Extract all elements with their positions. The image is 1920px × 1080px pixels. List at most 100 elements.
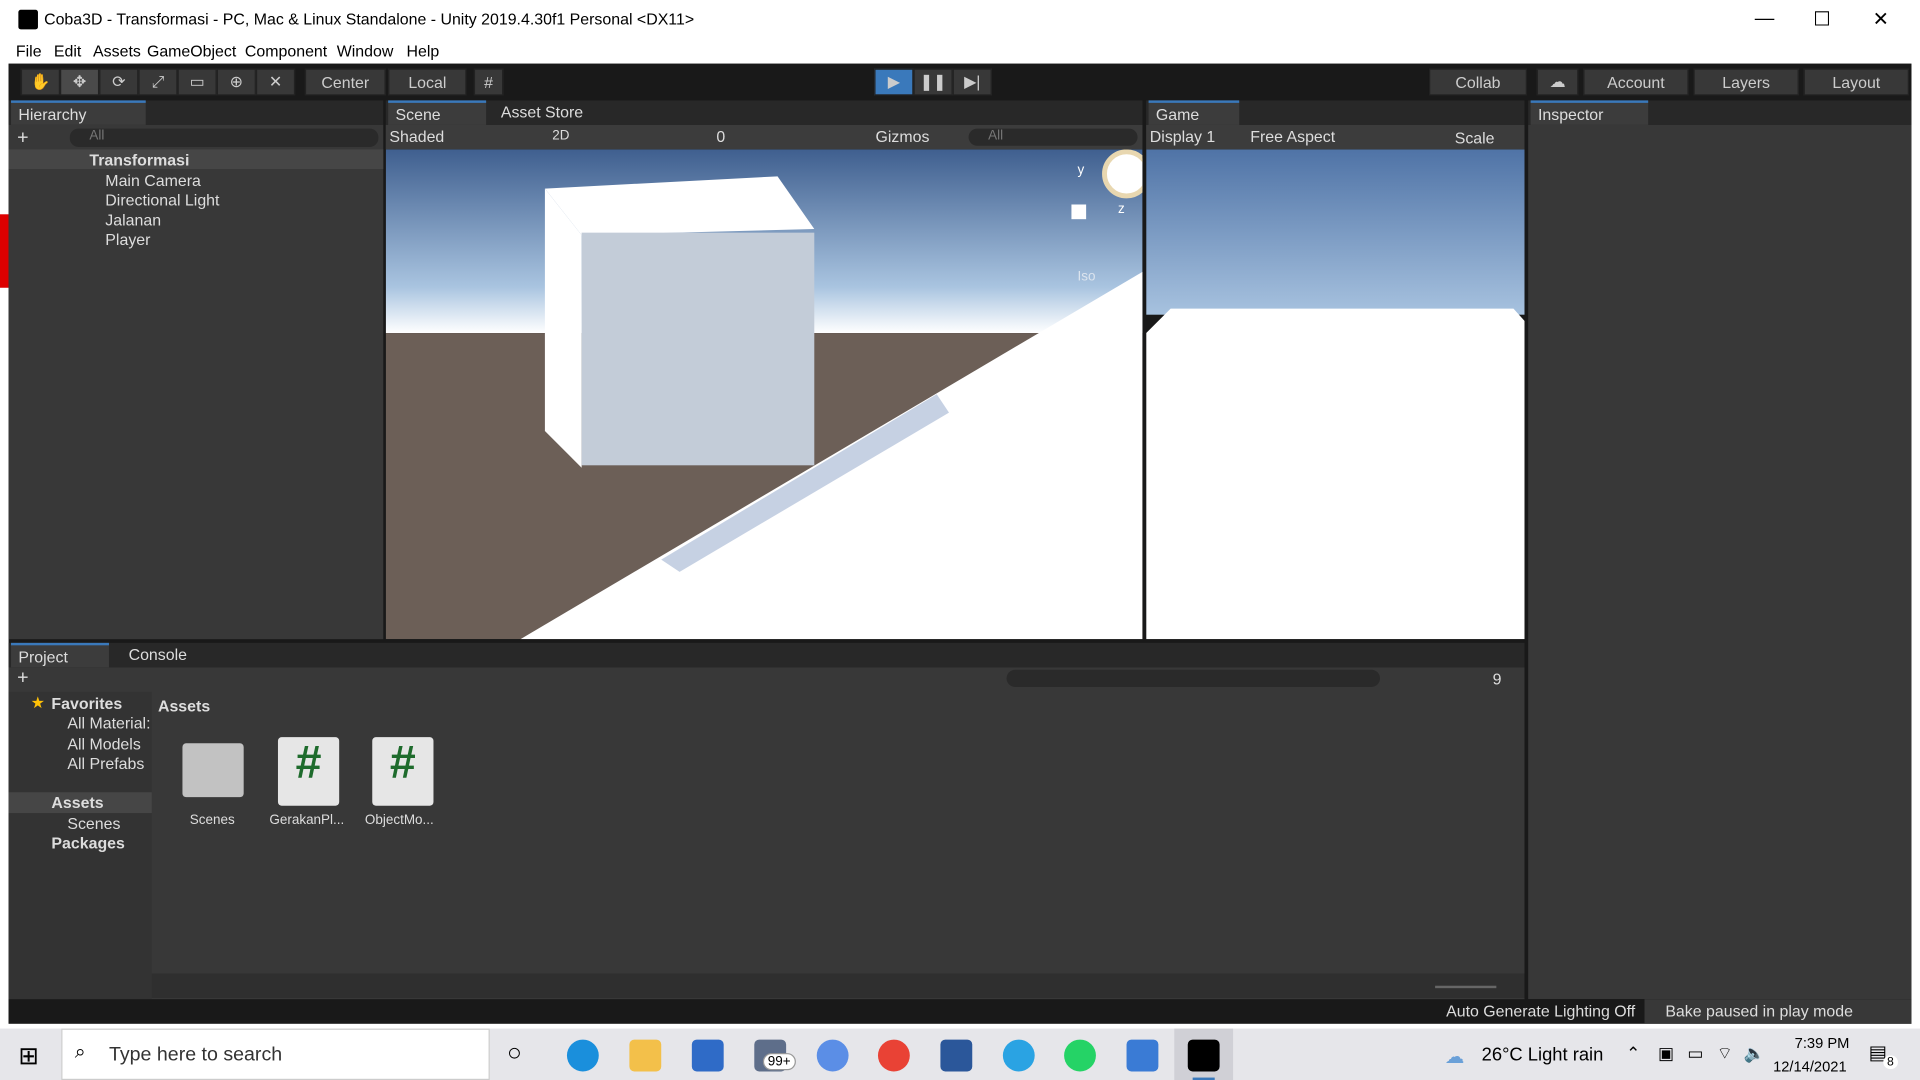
game-toolbar: Display 1 Free Aspect Scale bbox=[1146, 124, 1525, 150]
asset-item-label[interactable]: GerakanPl... bbox=[269, 813, 344, 828]
project-panel: + 9 ★ Favorites All Material: All Models… bbox=[8, 667, 1525, 1001]
scale-tool-icon[interactable]: ⤢ bbox=[138, 68, 178, 96]
whatsapp-icon[interactable] bbox=[1064, 1039, 1096, 1072]
menu-file[interactable]: File bbox=[16, 42, 42, 60]
meet-icon[interactable]: ▣ bbox=[1658, 1043, 1674, 1064]
weather-text[interactable]: 26°C Light rain bbox=[1482, 1044, 1604, 1065]
aspect-dropdown[interactable]: Free Aspect bbox=[1250, 127, 1335, 145]
photos-icon[interactable] bbox=[1126, 1039, 1159, 1072]
telegram-icon[interactable] bbox=[1002, 1039, 1035, 1072]
tab-console[interactable]: Console bbox=[121, 643, 194, 667]
wifi-icon[interactable]: ⌔ bbox=[1717, 1043, 1733, 1065]
tab-project[interactable]: Project bbox=[11, 642, 109, 668]
project-search-input[interactable] bbox=[1006, 669, 1381, 687]
menu-gameobject[interactable]: GameObject bbox=[147, 42, 236, 60]
pivot-local-button[interactable]: Local bbox=[388, 68, 467, 96]
add-icon[interactable]: + bbox=[17, 127, 28, 149]
battery-icon[interactable]: ▭ bbox=[1687, 1043, 1703, 1064]
hierarchy-item[interactable]: Player bbox=[105, 230, 150, 248]
scene-render bbox=[385, 149, 1143, 640]
collab-dropdown[interactable]: Collab bbox=[1428, 68, 1527, 96]
layout-dropdown[interactable]: Layout bbox=[1803, 68, 1909, 96]
pause-button[interactable]: ❚❚ bbox=[913, 68, 953, 96]
breadcrumb[interactable]: Assets bbox=[158, 697, 210, 715]
project-folder-tree: ★ Favorites All Material: All Models All… bbox=[8, 691, 152, 1001]
scene-name: Transformasi bbox=[89, 150, 190, 169]
snap-grid-icon[interactable]: # bbox=[473, 68, 504, 96]
screen: Coba3D - Transformasi - PC, Mac & Linux … bbox=[0, 0, 1920, 1080]
store-icon[interactable] bbox=[691, 1039, 724, 1072]
scene-search-input[interactable]: All bbox=[968, 128, 1138, 146]
menu-component[interactable]: Component bbox=[245, 42, 327, 60]
rect-tool-icon[interactable]: ▭ bbox=[177, 68, 217, 96]
step-button[interactable]: ▶| bbox=[952, 68, 992, 96]
cortana-icon[interactable]: ○ bbox=[507, 1040, 522, 1068]
gizmos-dropdown[interactable]: Gizmos bbox=[876, 127, 930, 145]
bake-status: Bake paused in play mode bbox=[1665, 1001, 1853, 1021]
scene-row[interactable] bbox=[8, 149, 384, 169]
folder-icon[interactable] bbox=[182, 743, 244, 798]
asset-item-label[interactable]: ObjectMo... bbox=[365, 813, 434, 828]
volume-icon[interactable]: 🔈 bbox=[1744, 1043, 1765, 1064]
menu-help[interactable]: Help bbox=[407, 42, 440, 60]
taskbar-search-input[interactable]: ⌕ Type here to search bbox=[61, 1028, 490, 1080]
scene-viewport[interactable]: y z Iso bbox=[385, 149, 1143, 640]
shading-mode-dropdown[interactable]: Shaded bbox=[389, 127, 444, 145]
scenes-tree-label[interactable]: Scenes bbox=[67, 814, 120, 832]
account-dropdown[interactable]: Account bbox=[1583, 68, 1689, 96]
tab-game[interactable]: Game bbox=[1148, 100, 1240, 125]
game-viewport[interactable] bbox=[1146, 149, 1525, 640]
favorite-item[interactable]: All Prefabs bbox=[67, 754, 144, 772]
hierarchy-item[interactable]: Directional Light bbox=[105, 191, 219, 209]
layers-dropdown[interactable]: Layers bbox=[1693, 68, 1799, 96]
hierarchy-item[interactable]: Main Camera bbox=[105, 171, 201, 189]
project-add-icon[interactable]: + bbox=[17, 667, 28, 689]
transform-tool-icon[interactable]: ⊕ bbox=[216, 68, 256, 96]
maximize-button[interactable]: ☐ bbox=[1794, 0, 1850, 39]
view-gizmo-icon[interactable] bbox=[1071, 204, 1087, 220]
2d-toggle[interactable]: 2D bbox=[552, 129, 569, 144]
favorite-item[interactable]: All Models bbox=[67, 735, 140, 753]
close-button[interactable]: ✕ bbox=[1853, 0, 1909, 39]
tab-scene[interactable]: Scene bbox=[388, 100, 487, 125]
move-tool-icon[interactable]: ✥ bbox=[60, 68, 100, 96]
display-dropdown[interactable]: Display 1 bbox=[1150, 127, 1215, 145]
project-header: Project Console bbox=[8, 642, 1525, 668]
packages-tree-label[interactable]: Packages bbox=[51, 834, 124, 852]
windows-start-icon[interactable]: ⊞ bbox=[18, 1041, 39, 1072]
assets-tree-label: Assets bbox=[51, 793, 104, 812]
menu-edit[interactable]: Edit bbox=[54, 42, 81, 60]
script-icon[interactable]: # bbox=[277, 737, 340, 806]
cloud-icon[interactable]: ☁ bbox=[1536, 68, 1579, 96]
clock-date[interactable]: 12/14/2021 bbox=[1773, 1058, 1847, 1075]
favorite-item[interactable]: All Material: bbox=[67, 714, 150, 732]
hierarchy-search-input[interactable]: All bbox=[69, 128, 379, 147]
iso-label[interactable]: Iso bbox=[1078, 269, 1096, 284]
window-title-bar: Coba3D - Transformasi - PC, Mac & Linux … bbox=[0, 0, 1920, 40]
rotate-tool-icon[interactable]: ⟳ bbox=[99, 68, 139, 96]
chrome-icon[interactable] bbox=[877, 1039, 910, 1072]
window-title: Coba3D - Transformasi - PC, Mac & Linux … bbox=[44, 9, 695, 29]
play-button[interactable]: ▶ bbox=[874, 68, 914, 96]
hierarchy-item[interactable]: Jalanan bbox=[105, 211, 161, 229]
pivot-center-button[interactable]: Center bbox=[304, 68, 386, 96]
chromium-icon[interactable] bbox=[816, 1039, 849, 1072]
zoom-slider[interactable] bbox=[1435, 985, 1497, 989]
menu-window[interactable]: Window bbox=[337, 42, 394, 60]
favorites-label[interactable]: Favorites bbox=[51, 694, 122, 712]
asset-item-label[interactable]: Scenes bbox=[190, 813, 235, 828]
script-icon[interactable]: # bbox=[372, 737, 434, 806]
minimize-button[interactable]: — bbox=[1736, 0, 1792, 39]
tab-hierarchy[interactable]: Hierarchy bbox=[11, 100, 146, 125]
file-explorer-icon[interactable] bbox=[629, 1039, 662, 1072]
menu-assets[interactable]: Assets bbox=[93, 42, 141, 60]
tray-chevron-icon[interactable]: ⌃ bbox=[1626, 1043, 1640, 1064]
edge-icon[interactable] bbox=[566, 1039, 599, 1072]
hand-tool-icon[interactable]: ✋ bbox=[20, 68, 61, 96]
custom-tool-icon[interactable]: ✕ bbox=[255, 68, 296, 96]
auto-lighting-status[interactable]: Auto Generate Lighting Off bbox=[1446, 1002, 1635, 1020]
tab-inspector[interactable]: Inspector bbox=[1530, 100, 1649, 125]
tab-asset-store[interactable]: Asset Store bbox=[493, 100, 590, 124]
word-icon[interactable] bbox=[940, 1039, 973, 1072]
clock-time[interactable]: 7:39 PM bbox=[1785, 1035, 1858, 1052]
